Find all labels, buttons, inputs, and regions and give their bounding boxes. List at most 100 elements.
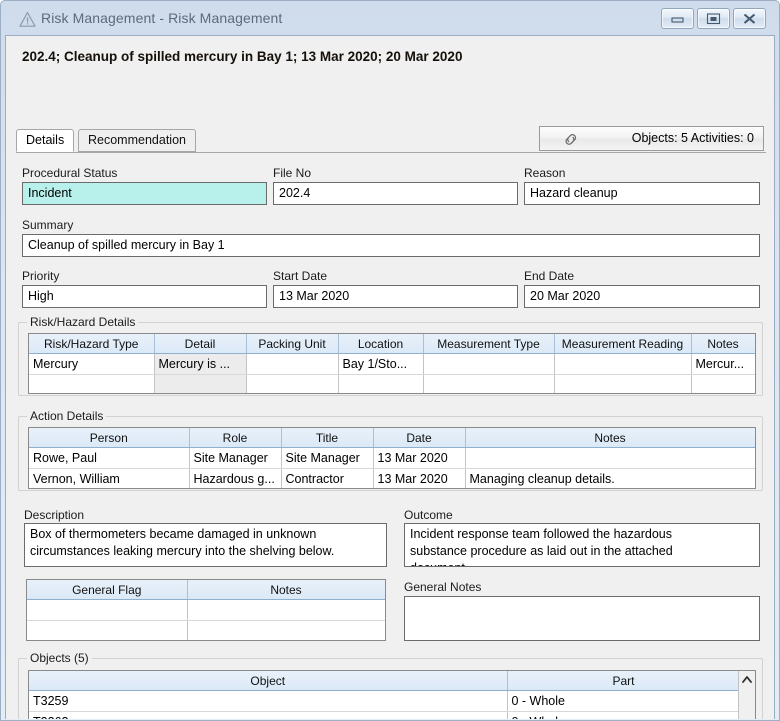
- maximize-button[interactable]: [697, 8, 730, 29]
- cell[interactable]: Contractor: [281, 468, 374, 488]
- cell[interactable]: Rowe, Paul: [29, 447, 190, 469]
- cell[interactable]: [187, 599, 385, 621]
- table-header-row: General Flag Notes: [27, 580, 385, 600]
- cell[interactable]: [29, 374, 155, 393]
- cell[interactable]: [423, 353, 555, 375]
- cell[interactable]: 0 - Whole: [507, 690, 741, 712]
- window-title: Risk Management - Risk Management: [41, 10, 283, 26]
- column-header[interactable]: Role: [189, 428, 282, 448]
- column-header[interactable]: Title: [281, 428, 374, 448]
- table-row[interactable]: T3262 0 - Whole: [29, 711, 741, 719]
- file-no-input[interactable]: 202.4: [273, 182, 518, 205]
- end-date-label: End Date: [524, 269, 575, 283]
- client-area: 202.4; Cleanup of spilled mercury in Bay…: [5, 35, 775, 719]
- outcome-textarea[interactable]: Incident response team followed the haza…: [404, 523, 760, 567]
- cell[interactable]: [554, 374, 692, 393]
- tab-details[interactable]: Details: [16, 129, 75, 152]
- table-row[interactable]: [27, 620, 385, 640]
- cell[interactable]: [465, 447, 755, 469]
- cell[interactable]: T3259: [29, 690, 508, 712]
- start-date-label: Start Date: [273, 269, 328, 283]
- summary-label: Summary: [22, 218, 74, 232]
- cell[interactable]: Vernon, William: [29, 468, 190, 488]
- procedural-status-input[interactable]: Incident: [22, 182, 267, 205]
- cell[interactable]: 13 Mar 2020: [373, 468, 466, 488]
- cell[interactable]: Site Manager: [281, 447, 374, 469]
- description-textarea[interactable]: Box of thermometers became damaged in un…: [24, 523, 387, 567]
- description-label: Description: [24, 508, 85, 522]
- column-header[interactable]: Detail: [154, 334, 247, 354]
- cell[interactable]: [154, 374, 247, 393]
- cell[interactable]: [246, 353, 339, 375]
- column-header[interactable]: Part: [507, 671, 741, 691]
- risk-hazard-details-title: Risk/Hazard Details: [27, 315, 139, 329]
- link-chain-icon: [562, 131, 580, 148]
- start-date-input[interactable]: 13 Mar 2020: [273, 285, 518, 308]
- priority-label: Priority: [22, 269, 60, 283]
- outcome-label: Outcome: [404, 508, 453, 522]
- cell[interactable]: Hazardous g...: [189, 468, 282, 488]
- cell[interactable]: 13 Mar 2020: [373, 447, 466, 469]
- column-header[interactable]: General Flag: [27, 580, 188, 600]
- scroll-down-arrow-icon[interactable]: [739, 717, 755, 719]
- column-header[interactable]: Risk/Hazard Type: [29, 334, 155, 354]
- cell[interactable]: Mercury: [29, 353, 155, 375]
- objects-vertical-scrollbar[interactable]: [738, 671, 755, 719]
- column-header[interactable]: Packing Unit: [246, 334, 339, 354]
- cell[interactable]: Site Manager: [189, 447, 282, 469]
- end-date-input[interactable]: 20 Mar 2020: [524, 285, 760, 308]
- column-header[interactable]: Object: [29, 671, 508, 691]
- cell[interactable]: [27, 599, 188, 621]
- warning-triangle-icon: [19, 11, 36, 28]
- priority-input[interactable]: High: [22, 285, 267, 308]
- scroll-up-arrow-icon[interactable]: [739, 671, 755, 688]
- table-header-row: Person Role Title Date Notes: [29, 428, 755, 448]
- cell[interactable]: Bay 1/Sto...: [338, 353, 424, 375]
- cell[interactable]: Managing cleanup details.: [465, 468, 755, 488]
- table-row[interactable]: Mercury Mercury is ... Bay 1/Sto... Merc…: [29, 353, 755, 375]
- cell[interactable]: [246, 374, 339, 393]
- cell[interactable]: [27, 620, 188, 640]
- description-line-2: circumstances leaking mercury into the s…: [30, 544, 335, 558]
- action-details-grid[interactable]: Person Role Title Date Notes Rowe, Paul …: [28, 427, 756, 489]
- cell[interactable]: [554, 353, 692, 375]
- tab-recommendation[interactable]: Recommendation: [78, 129, 196, 152]
- general-flag-grid[interactable]: General Flag Notes: [26, 579, 386, 641]
- column-header[interactable]: Notes: [691, 334, 755, 354]
- column-header[interactable]: Date: [373, 428, 466, 448]
- column-header[interactable]: Measurement Reading: [554, 334, 692, 354]
- reason-input[interactable]: Hazard cleanup: [524, 182, 760, 205]
- cell[interactable]: T3262: [29, 711, 508, 719]
- table-row[interactable]: T3259 0 - Whole: [29, 690, 741, 712]
- column-header[interactable]: Person: [29, 428, 190, 448]
- action-details-title: Action Details: [27, 409, 107, 423]
- risk-hazard-details-grid[interactable]: Risk/Hazard Type Detail Packing Unit Loc…: [28, 333, 756, 394]
- table-header-row: Risk/Hazard Type Detail Packing Unit Loc…: [29, 334, 755, 354]
- outcome-line-1: Incident response team followed the haza…: [410, 527, 672, 541]
- title-bar: Risk Management - Risk Management: [5, 5, 775, 35]
- cell[interactable]: [423, 374, 555, 393]
- objects-activities-button[interactable]: Objects: 5 Activities: 0: [539, 126, 764, 151]
- minimize-button[interactable]: [661, 8, 694, 29]
- summary-input[interactable]: Cleanup of spilled mercury in Bay 1: [22, 234, 760, 257]
- cell[interactable]: Mercur...: [691, 353, 755, 375]
- column-header[interactable]: Notes: [465, 428, 755, 448]
- table-row[interactable]: Rowe, Paul Site Manager Site Manager 13 …: [29, 447, 755, 469]
- column-header[interactable]: Location: [338, 334, 424, 354]
- objects-activities-label: Objects: 5 Activities: 0: [631, 131, 754, 145]
- column-header[interactable]: Notes: [187, 580, 385, 600]
- close-button[interactable]: [733, 8, 766, 29]
- cell[interactable]: 0 - Whole: [507, 711, 741, 719]
- general-notes-textarea[interactable]: [404, 596, 760, 641]
- cell[interactable]: Mercury is ...: [154, 353, 247, 375]
- cell[interactable]: [338, 374, 424, 393]
- table-row[interactable]: [29, 374, 755, 393]
- cell[interactable]: [691, 374, 755, 393]
- column-header[interactable]: Measurement Type: [423, 334, 555, 354]
- cell[interactable]: [187, 620, 385, 640]
- table-row[interactable]: [27, 599, 385, 621]
- table-row[interactable]: Vernon, William Hazardous g... Contracto…: [29, 468, 755, 488]
- objects-grid[interactable]: Object Part T3259 0 - Whole T3262 0 - Wh…: [28, 670, 756, 719]
- table-header-row: Object Part: [29, 671, 741, 691]
- reason-label: Reason: [524, 166, 566, 180]
